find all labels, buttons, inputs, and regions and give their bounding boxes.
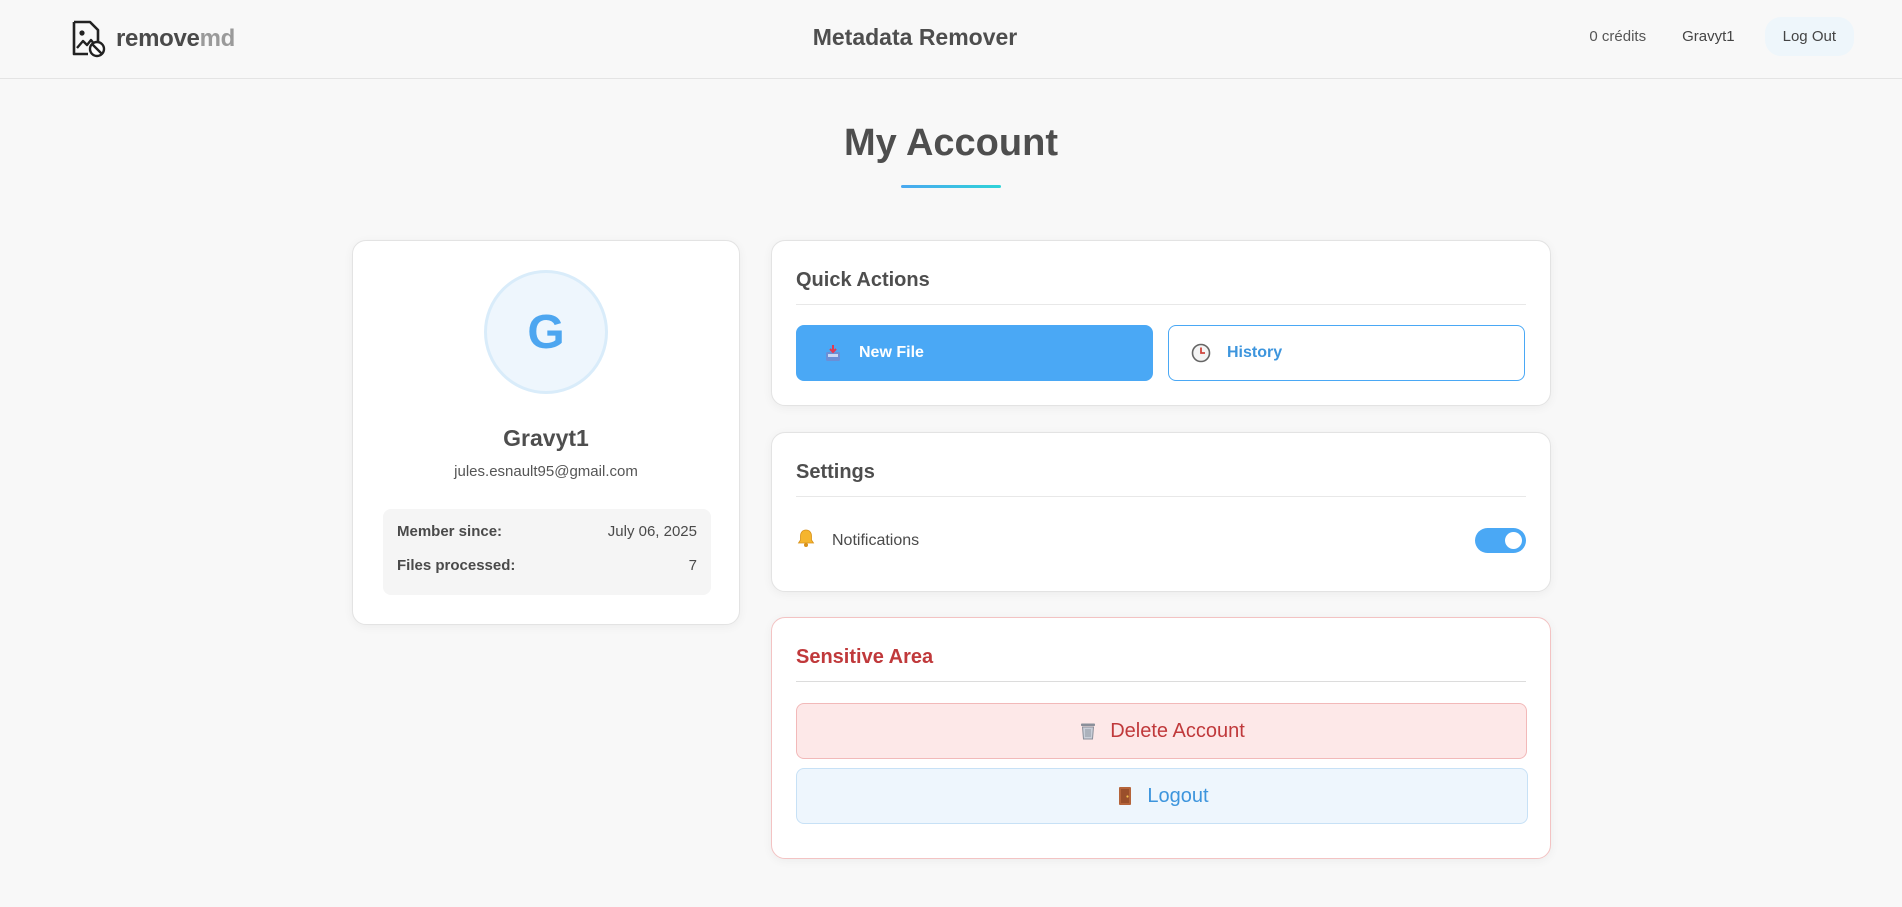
username-link[interactable]: Gravyt1 (1682, 28, 1735, 45)
settings-card: Settings Notifications (771, 432, 1551, 592)
log-out-button[interactable]: Log Out (1764, 17, 1854, 56)
nav-right: 0 crédits Gravyt1 Log Out (1589, 17, 1854, 56)
stat-member-since: Member since: July 06, 2025 (397, 523, 697, 540)
profile-card: G Gravyt1 jules.esnault95@gmail.com Memb… (352, 240, 740, 625)
stat-label: Files processed: (397, 557, 516, 574)
new-file-label: New File (859, 344, 924, 361)
avatar: G (484, 270, 608, 394)
quick-actions-title: Quick Actions (796, 269, 930, 291)
notifications-toggle[interactable] (1475, 528, 1526, 553)
stat-value: 7 (688, 557, 697, 574)
title-underline (901, 185, 1001, 188)
page-title: My Account (844, 122, 1058, 164)
sensitive-area-card: Sensitive Area Delete Account Logout (771, 617, 1551, 859)
app-title: Metadata Remover (812, 24, 1018, 50)
profile-email: jules.esnault95@gmail.com (454, 463, 638, 480)
history-label: History (1227, 344, 1283, 361)
door-icon (1115, 786, 1135, 806)
bell-icon (796, 528, 816, 553)
notifications-label: Notifications (832, 531, 920, 549)
delete-account-label: Delete Account (1110, 719, 1245, 742)
quick-actions-card: Quick Actions New File History (771, 240, 1551, 406)
clock-icon (1191, 343, 1211, 363)
toggle-knob (1505, 532, 1522, 549)
stat-value: July 06, 2025 (607, 523, 697, 540)
notifications-setting: Notifications (796, 528, 1526, 553)
profile-name: Gravyt1 (503, 425, 589, 451)
section-divider (796, 681, 1526, 682)
profile-stats: Member since: July 06, 2025 Files proces… (383, 509, 711, 595)
section-divider (796, 304, 1526, 305)
stat-files-processed: Files processed: 7 (397, 557, 697, 574)
new-file-button[interactable]: New File (796, 325, 1153, 381)
credits-link[interactable]: 0 crédits (1589, 28, 1646, 45)
history-button[interactable]: History (1168, 325, 1525, 381)
stat-label: Member since: (397, 523, 503, 540)
inbox-tray-icon (823, 343, 843, 363)
top-navbar: removemd Metadata Remover 0 crédits Grav… (0, 0, 1902, 79)
logout-button[interactable]: Logout (796, 768, 1528, 824)
logout-label: Logout (1147, 784, 1209, 807)
settings-title: Settings (796, 461, 875, 483)
section-divider (796, 496, 1526, 497)
sensitive-area-title: Sensitive Area (796, 646, 934, 668)
trash-can-icon (1078, 721, 1098, 741)
delete-account-button[interactable]: Delete Account (796, 703, 1527, 759)
